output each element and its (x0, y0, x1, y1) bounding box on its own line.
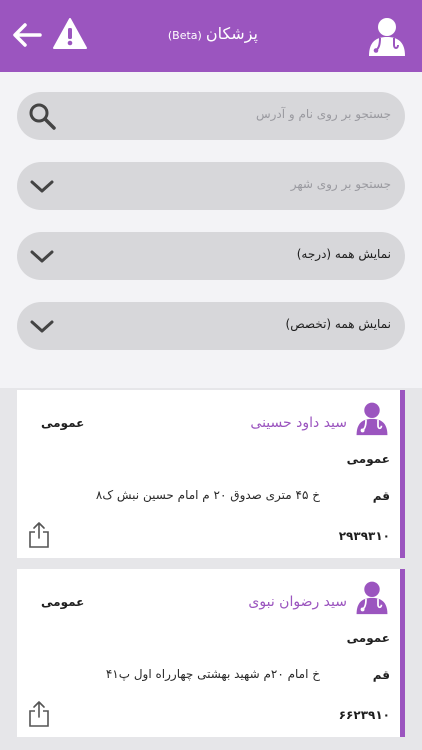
doctor-specialty: عمومی (346, 452, 390, 466)
doctor-tag: عمومی (41, 595, 85, 609)
beta-badge: (Beta) (167, 29, 202, 42)
degree-value: نمایش همه (درجه) (296, 247, 391, 261)
chevron-down-icon (30, 180, 54, 193)
doctor-phone[interactable]: ۲۹۳۹۳۱۰ (339, 529, 390, 543)
search-placeholder: جستجو بر روی نام و آدرس (255, 107, 391, 121)
doctor-city: قم (372, 668, 390, 682)
doctor-tag: عمومی (41, 416, 85, 430)
doctor-name[interactable]: سید رضوان نبوی (248, 594, 347, 610)
warning-icon[interactable] (52, 16, 88, 52)
specialty-value: نمایش همه (تخصص) (285, 317, 391, 331)
doctor-icon (356, 581, 388, 615)
doctor-card[interactable]: سید رضوان نبوی عمومی عمومی قم خ امام ۲۰م… (17, 569, 405, 737)
doctor-card[interactable]: سید داود حسینی عمومی عمومی قم خ ۴۵ متری … (17, 390, 405, 558)
doctor-city: قم (372, 489, 390, 503)
arrow-left-icon[interactable] (10, 18, 44, 52)
doctor-icon (369, 18, 405, 56)
doctor-phone[interactable]: ۶۶۲۳۹۱۰ (339, 708, 390, 722)
city-select[interactable]: جستجو بر روی شهر (17, 162, 405, 210)
share-icon[interactable] (27, 700, 51, 728)
search-input[interactable]: جستجو بر روی نام و آدرس (17, 92, 405, 140)
specialty-select[interactable]: نمایش همه (تخصص) (17, 302, 405, 350)
filter-panel: جستجو بر روی نام و آدرس جستجو بر روی شهر… (0, 72, 422, 388)
app-bar: پزشکان (Beta) (0, 0, 422, 72)
degree-select[interactable]: نمایش همه (درجه) (17, 232, 405, 280)
search-icon (29, 103, 56, 130)
doctor-name[interactable]: سید داود حسینی (250, 415, 347, 431)
share-icon[interactable] (27, 521, 51, 549)
doctor-address: خ ۴۵ متری صدوق ۲۰ م امام حسین نبش ک۸ (95, 488, 320, 502)
doctor-icon (356, 402, 388, 436)
chevron-down-icon (30, 250, 54, 263)
page-title-text: پزشکان (205, 24, 258, 43)
doctor-specialty: عمومی (346, 631, 390, 645)
chevron-down-icon (30, 320, 54, 333)
page-title: پزشکان (Beta) (168, 24, 258, 48)
doctor-address: خ امام ۲۰م شهید بهشتی چهارراه اول پ۴۱ (105, 667, 320, 681)
city-placeholder: جستجو بر روی شهر (290, 177, 391, 191)
